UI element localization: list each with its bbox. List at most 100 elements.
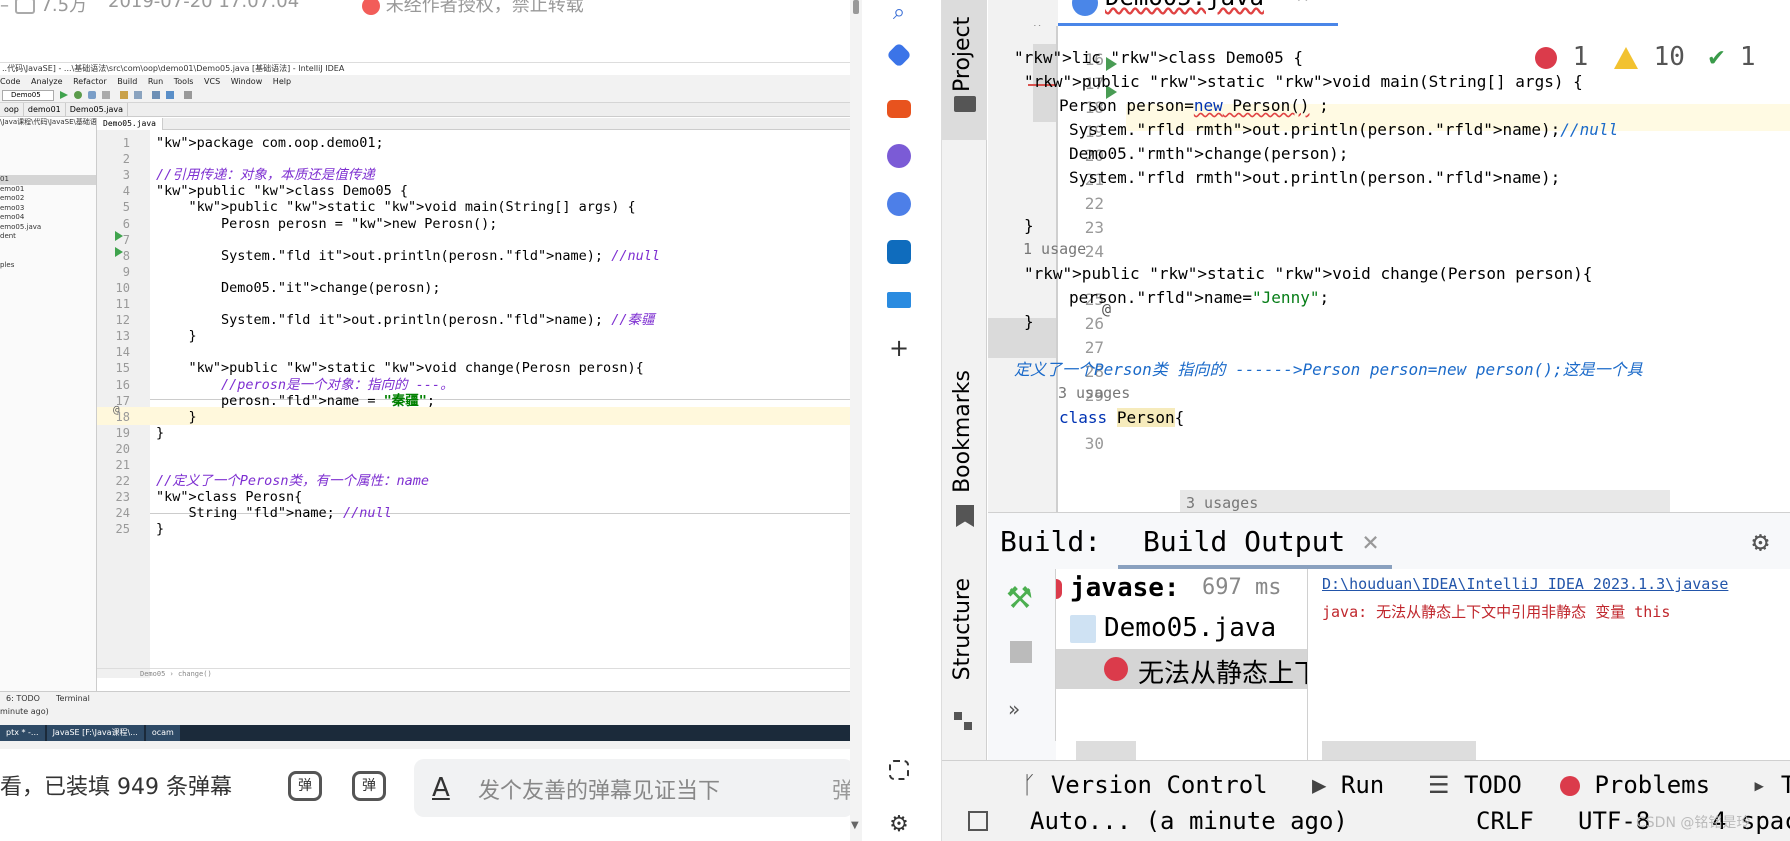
settings-icon[interactable] [152, 91, 160, 99]
coverage-icon[interactable] [88, 91, 96, 99]
project-structure-icon[interactable] [166, 91, 174, 99]
project-tool-tab[interactable]: Project [950, 0, 975, 92]
inspection-widget[interactable]: 1 10 ✔ 1 ⌃ [1535, 42, 1790, 72]
toolbox-icon[interactable] [887, 100, 911, 118]
todo-tab[interactable]: 6: TODO [6, 694, 40, 703]
menu-code[interactable]: Code [0, 77, 20, 86]
gear-icon[interactable]: ⚙ [887, 812, 911, 837]
send-button[interactable]: 弹 [832, 773, 850, 805]
menu-refactor[interactable]: Refactor [73, 77, 107, 86]
taskbar-item[interactable]: JavaSE [F:\Java课程\... [46, 725, 144, 741]
tree-item[interactable]: emo01 [0, 185, 96, 195]
build-output-tab[interactable]: Build Output × [1143, 525, 1379, 558]
toggle-panels-icon[interactable] [968, 811, 988, 831]
tree-scrollbar[interactable] [1076, 741, 1136, 760]
video-scrollbar[interactable]: ▼ [850, 0, 862, 841]
hammer-icon[interactable]: ⚒ [1006, 583, 1038, 615]
tree-item[interactable]: emo05.java [0, 223, 96, 233]
tab-problems[interactable]: Problems [1560, 771, 1710, 799]
debug-icon[interactable] [74, 91, 82, 99]
code-line[interactable]: person."rfld">name="Jenny"; [1069, 284, 1329, 311]
tab-todo[interactable]: ☰ TODO [1428, 771, 1522, 799]
run-config-select[interactable]: Demo05 [2, 90, 54, 101]
build-node-project[interactable]: javase: 697 ms [1056, 569, 1307, 609]
tree-item[interactable] [0, 147, 96, 157]
gear-icon[interactable]: ⚙ [1752, 528, 1780, 556]
code-line[interactable]: Person person=new Person() ; [1059, 92, 1329, 119]
close-tab-icon[interactable]: × [1296, 0, 1309, 8]
tree-item[interactable]: emo03 [0, 204, 96, 214]
taskbar-item[interactable]: ocam [145, 725, 180, 741]
more-icon[interactable]: » [1008, 697, 1020, 721]
tree-item[interactable]: ples [0, 261, 96, 271]
bookmarks-tool-tab[interactable]: Bookmarks [950, 370, 975, 493]
crumb-demo01[interactable]: demo01 [24, 103, 66, 117]
usage-hint[interactable]: 3 usages [1186, 494, 1258, 512]
code-line[interactable]: Demo05."rmth">change(person); [1069, 140, 1348, 167]
code-line[interactable]: 定义了一个Person类 指向的 ------>Person person=ne… [1014, 356, 1643, 383]
menu-help[interactable]: Help [273, 77, 291, 86]
taskbar-item[interactable]: ptx * -... [0, 725, 45, 741]
code-line[interactable]: Perosn perosn = "kw">new Perosn(); [156, 215, 497, 233]
danmaku-toggle-icon[interactable]: 弹 [288, 771, 322, 801]
code-line[interactable]: String "fld">name; //null [156, 504, 392, 522]
editor-tab-demo05[interactable]: Demo05.java × [1058, 0, 1338, 26]
tree-item[interactable] [0, 156, 96, 166]
tree-item[interactable]: dent [0, 232, 96, 242]
font-style-icon[interactable]: A [432, 773, 450, 803]
outlook-icon[interactable] [887, 240, 911, 264]
code-line[interactable]: } [156, 327, 197, 345]
output-path-link[interactable]: D:\houduan\IDEA\IntelliJ IDEA 2023.1.3\j… [1322, 575, 1728, 593]
code-editor[interactable]: Demo05.java @ 1 "kw">package com.oop.demo… [97, 118, 850, 678]
crumb-oop[interactable]: oop [0, 103, 24, 117]
code-line[interactable]: "kw">package com.oop.demo01; [156, 134, 384, 152]
menu-analyze[interactable]: Analyze [31, 77, 63, 86]
tree-item[interactable] [0, 137, 96, 147]
code-line[interactable]: } [156, 520, 164, 538]
menu-window[interactable]: Window [231, 77, 263, 86]
menu-build[interactable]: Build [117, 77, 137, 86]
structure-tool-tab[interactable]: Structure [950, 578, 975, 680]
tree-item[interactable]: emo04 [0, 213, 96, 223]
code-line[interactable]: Demo05."it">change(perosn); [156, 279, 440, 297]
tree-item[interactable]: 01 [0, 175, 96, 185]
code-line[interactable]: "rkw">lic "rkw">class Demo05 { [1014, 44, 1303, 71]
line-separator[interactable]: CRLF [1476, 807, 1534, 835]
tree-item[interactable] [0, 166, 96, 176]
tab-version-control[interactable]: ᚴ Version Control [1022, 771, 1268, 799]
code-line[interactable]: System."fld it">out.println(perosn."fld"… [156, 247, 660, 265]
build-node-file[interactable]: Demo05.java [1056, 609, 1307, 649]
danmaku-input[interactable]: A 发个友善的弹幕见证当下 弹 [414, 759, 850, 817]
copilot-icon[interactable] [887, 192, 911, 216]
tree-item[interactable] [0, 251, 96, 261]
screenshot-icon[interactable] [889, 760, 909, 780]
search-icon[interactable] [184, 91, 192, 99]
menu-run[interactable]: Run [148, 77, 163, 86]
close-tab-icon[interactable]: × [1362, 525, 1379, 558]
menu-vcs[interactable]: VCS [204, 77, 220, 86]
code-line[interactable]: } [1024, 212, 1034, 239]
main-code-editor[interactable]: ⌄ Demo05.java × 161718192021222324252627… [988, 0, 1790, 512]
usage-hint[interactable]: 1 usage [1023, 236, 1086, 263]
output-scrollbar[interactable] [1322, 741, 1476, 760]
tree-item[interactable]: \Java课程\代码\JavaSE\基础语 [0, 118, 96, 128]
search-icon[interactable]: ⌕ [887, 0, 911, 25]
structure-icon[interactable] [134, 91, 142, 99]
status-message[interactable]: Auto... (a minute ago) [1030, 807, 1348, 835]
code-line[interactable]: System."fld it">out.println(perosn."fld"… [156, 311, 654, 329]
tree-item[interactable] [0, 128, 96, 138]
tag-icon[interactable] [886, 42, 912, 68]
code-line[interactable]: "rkw">public "rkw">static "rkw">void mai… [1024, 68, 1583, 95]
tab-terminal[interactable]: ▸ T [1752, 771, 1790, 799]
build-node-error[interactable]: 无法从静态上下 [1056, 649, 1307, 689]
add-icon[interactable]: + [887, 336, 911, 360]
build-icon[interactable] [120, 91, 128, 99]
send-icon[interactable] [887, 292, 911, 308]
code-line[interactable]: System."rfld rmth">out.println(person."r… [1069, 116, 1618, 143]
stop-icon[interactable] [102, 91, 110, 99]
code-line[interactable]: perosn."fld">name = "秦疆"; [156, 392, 435, 410]
tree-item[interactable]: emo02 [0, 194, 96, 204]
run-icon[interactable] [60, 91, 68, 99]
scroll-down-icon[interactable]: ▼ [851, 820, 859, 831]
code-line[interactable]: } [1024, 308, 1034, 335]
